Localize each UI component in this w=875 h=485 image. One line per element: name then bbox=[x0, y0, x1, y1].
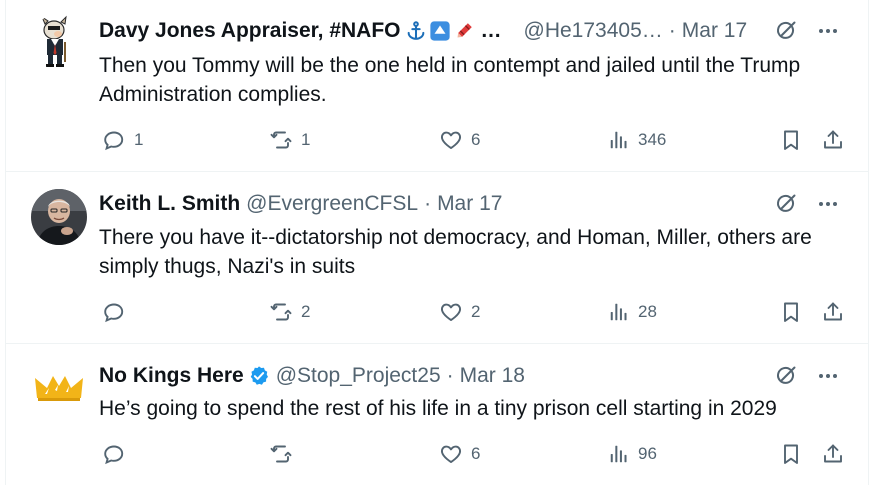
retweet-icon bbox=[269, 128, 293, 152]
crayon-icon bbox=[457, 23, 472, 38]
reply-button[interactable]: 1 bbox=[102, 125, 143, 155]
tweet-text: He’s going to spend the rest of his life… bbox=[99, 397, 777, 420]
reply-icon bbox=[102, 442, 126, 466]
reply-icon bbox=[102, 300, 126, 324]
retweet-count: 2 bbox=[301, 302, 311, 321]
timestamp[interactable]: Mar 18 bbox=[460, 364, 525, 388]
retweet-icon bbox=[269, 442, 293, 466]
like-count: 6 bbox=[471, 444, 481, 463]
timestamp[interactable]: Mar 17 bbox=[682, 19, 747, 43]
views-icon bbox=[608, 301, 630, 323]
tweet-actions: 6 96 bbox=[99, 439, 848, 469]
view-count: 346 bbox=[638, 130, 667, 149]
bookmark-icon bbox=[779, 128, 803, 152]
views-button[interactable]: 96 bbox=[608, 439, 657, 469]
tweet[interactable]: Keith L. Smith @EvergreenCFSL · Mar 17 T… bbox=[6, 172, 868, 344]
header-actions bbox=[774, 189, 840, 219]
views-icon bbox=[608, 129, 630, 151]
separator-dot: · bbox=[446, 364, 454, 387]
retweet-button[interactable]: 2 bbox=[269, 297, 310, 327]
views-icon bbox=[608, 443, 630, 465]
tweet-header: Keith L. Smith @EvergreenCFSL · Mar 17 bbox=[99, 189, 858, 219]
bookmark-icon bbox=[779, 442, 803, 466]
bookmark-button[interactable] bbox=[779, 439, 803, 469]
verified-badge-icon bbox=[248, 365, 270, 387]
bookmark-icon bbox=[779, 300, 803, 324]
views-button[interactable]: 346 bbox=[608, 125, 666, 155]
separator-dot: · bbox=[668, 19, 676, 42]
bookmark-button[interactable] bbox=[779, 297, 803, 327]
like-count: 2 bbox=[471, 302, 481, 321]
timestamp[interactable]: Mar 17 bbox=[437, 192, 502, 216]
reply-count: 1 bbox=[134, 130, 144, 149]
share-icon bbox=[821, 300, 845, 324]
cartoon-dog-avatar[interactable] bbox=[31, 14, 87, 70]
heart-icon bbox=[439, 442, 463, 466]
retweet-count: 1 bbox=[301, 130, 311, 149]
like-button[interactable]: 2 bbox=[439, 297, 480, 327]
display-name[interactable]: No Kings Here bbox=[99, 364, 244, 388]
share-button[interactable] bbox=[821, 439, 845, 469]
like-count: 6 bbox=[471, 130, 481, 149]
handle[interactable]: @EvergreenCFSL bbox=[246, 192, 418, 216]
profile-photo[interactable] bbox=[31, 189, 87, 245]
display-name[interactable]: Keith L. Smith bbox=[99, 192, 240, 216]
crown-avatar[interactable] bbox=[31, 360, 87, 416]
tweet-text: There you have it--dictatorship not demo… bbox=[99, 226, 812, 278]
up-arrow-button-icon bbox=[429, 21, 450, 41]
grok-icon[interactable] bbox=[774, 19, 798, 43]
reply-button[interactable] bbox=[102, 439, 134, 469]
share-button[interactable] bbox=[821, 297, 845, 327]
tweet-actions: 1 1 6 346 bbox=[99, 125, 848, 155]
tweet-header: No Kings Here @Stop_Project25 · Mar 18 bbox=[99, 361, 858, 391]
more-options-icon[interactable] bbox=[816, 364, 840, 388]
grok-icon[interactable] bbox=[774, 364, 798, 388]
more-options-icon[interactable] bbox=[816, 192, 840, 216]
retweet-button[interactable] bbox=[269, 439, 301, 469]
display-name[interactable]: Davy Jones Appraiser, #NAFO bbox=[99, 19, 401, 43]
handle[interactable]: @Stop_Project25 bbox=[276, 364, 441, 388]
emoji-overflow: … bbox=[480, 19, 502, 42]
heart-icon bbox=[439, 300, 463, 324]
heart-icon bbox=[439, 128, 463, 152]
retweet-button[interactable]: 1 bbox=[269, 125, 310, 155]
tweet-header: Davy Jones Appraiser, #NAFO … @He173405…… bbox=[99, 16, 858, 46]
share-icon bbox=[821, 128, 845, 152]
tweet-actions: 2 2 28 bbox=[99, 297, 848, 327]
retweet-icon bbox=[269, 300, 293, 324]
tweet-text: Then you Tommy will be the one held in c… bbox=[99, 54, 801, 106]
reply-icon bbox=[102, 128, 126, 152]
view-count: 96 bbox=[638, 444, 657, 463]
share-button[interactable] bbox=[821, 125, 845, 155]
views-button[interactable]: 28 bbox=[608, 297, 657, 327]
view-count: 28 bbox=[638, 302, 657, 321]
like-button[interactable]: 6 bbox=[439, 439, 480, 469]
separator-dot: · bbox=[424, 192, 432, 215]
more-options-icon[interactable] bbox=[816, 19, 840, 43]
tweet[interactable]: No Kings Here @Stop_Project25 · Mar 18 H… bbox=[6, 344, 868, 485]
bookmark-button[interactable] bbox=[779, 125, 803, 155]
name-emojis bbox=[405, 20, 475, 42]
reply-button[interactable] bbox=[102, 297, 134, 327]
share-icon bbox=[821, 442, 845, 466]
grok-icon[interactable] bbox=[774, 192, 798, 216]
like-button[interactable]: 6 bbox=[439, 125, 480, 155]
reply-feed: Davy Jones Appraiser, #NAFO … @He173405…… bbox=[5, 0, 869, 485]
tweet[interactable]: Davy Jones Appraiser, #NAFO … @He173405…… bbox=[6, 0, 868, 172]
header-actions bbox=[774, 16, 840, 46]
handle[interactable]: @He173405… bbox=[524, 19, 663, 43]
anchor-icon bbox=[407, 21, 424, 40]
header-actions bbox=[774, 361, 840, 391]
